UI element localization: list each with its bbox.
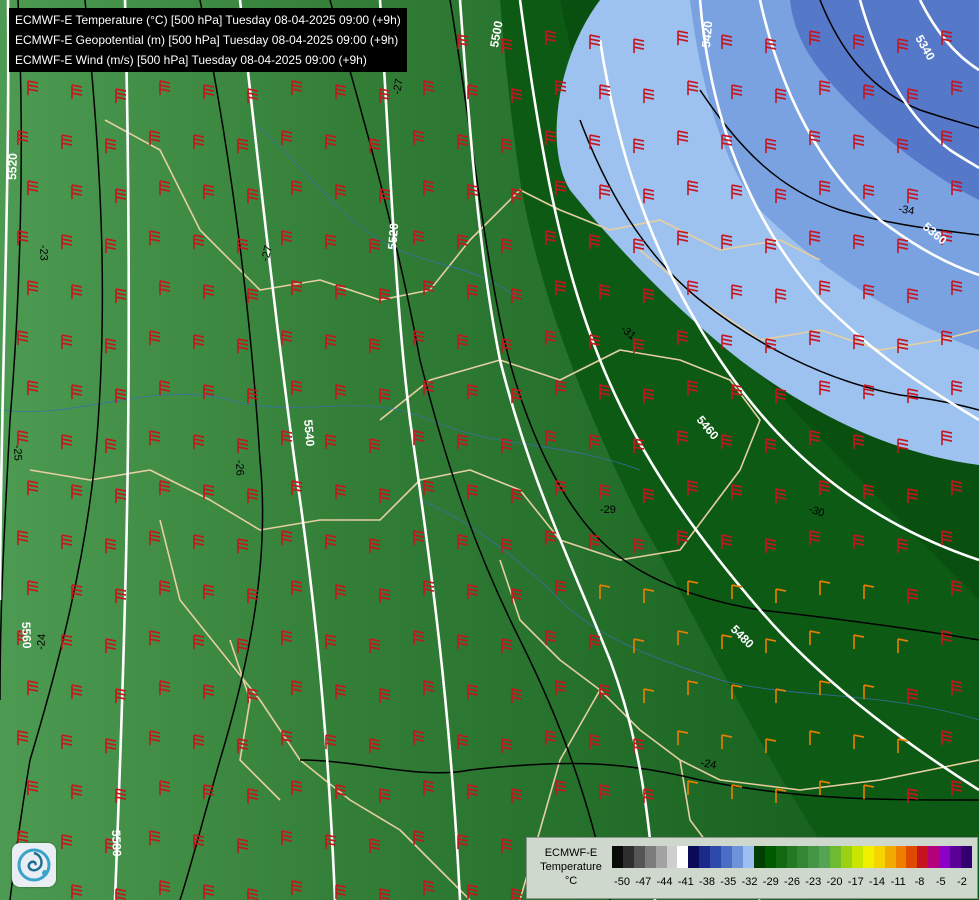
legend-swatch [797, 846, 809, 868]
legend-swatch [612, 846, 623, 868]
legend-swatch [830, 846, 842, 868]
weather-map: 5520 5500 5420 5340 5520 5540 5360 5460 … [0, 0, 979, 900]
legend-swatch [786, 846, 798, 868]
legend-swatch [895, 846, 907, 868]
legend-tick-label: -2 [957, 876, 967, 888]
legend-tick-label: -26 [784, 876, 800, 888]
geopotential-label: 5540 [301, 419, 317, 447]
legend-swatch [655, 846, 667, 868]
map-info-box: ECMWF-E Temperature (°C) [500 hPa] Tuesd… [9, 8, 407, 72]
legend-swatch [677, 846, 689, 868]
temperature-label: -24 [35, 633, 48, 650]
legend-swatch [666, 846, 678, 868]
geopotential-label: 5580 [109, 830, 124, 857]
temperature-label: -25 [11, 445, 24, 461]
ecmwf-logo-icon [12, 843, 56, 887]
legend-tick-label: -29 [762, 876, 779, 888]
legend-swatch [622, 846, 634, 868]
legend-swatch [961, 846, 972, 868]
legend-swatch [764, 846, 776, 868]
legend-tick-label: -35 [720, 876, 737, 888]
legend-tick-label: -11 [890, 876, 906, 888]
info-line-temperature: ECMWF-E Temperature (°C) [500 hPa] Tuesd… [15, 13, 401, 27]
legend-tick-label: -20 [826, 876, 843, 888]
legend-swatch [917, 846, 929, 868]
legend-tick-label: -5 [935, 876, 946, 888]
legend-title-line: ECMWF-E [544, 847, 598, 859]
legend-tick-label: -23 [805, 876, 822, 888]
legend-title-line: Temperature [540, 861, 602, 873]
legend-swatch [884, 846, 896, 868]
legend-tick-label: -50 [614, 876, 630, 888]
legend-swatch [721, 846, 732, 868]
legend-tick-label: -17 [847, 876, 864, 888]
legend-tick-label: -41 [677, 876, 694, 888]
legend-swatch [939, 846, 951, 868]
legend-tick-label: -32 [741, 876, 758, 888]
temperature-legend: ECMWF-E Temperature °C -50 -47 -44 -41 -38 -3… [526, 837, 978, 899]
temperature-label: -29 [600, 504, 616, 516]
legend-swatch [644, 846, 656, 868]
legend-swatch [775, 846, 787, 868]
legend-swatch [906, 846, 918, 868]
legend-swatch [841, 846, 852, 868]
legend-swatch [633, 846, 645, 868]
legend-swatch [873, 846, 885, 868]
geopotential-label: 5420 [699, 20, 715, 48]
legend-swatch [851, 846, 863, 868]
legend-tick-label: -38 [699, 876, 715, 888]
legend-swatch [742, 846, 754, 868]
temperature-label: -26 [233, 460, 246, 476]
legend-swatch [819, 846, 831, 868]
temperature-label: -23 [37, 245, 50, 261]
legend-tick-label: -14 [869, 876, 885, 888]
legend-tick-label: -47 [635, 876, 652, 888]
legend-swatch [808, 846, 820, 868]
legend-swatch [950, 846, 961, 868]
info-line-wind: ECMWF-E Wind (m/s) [500 hPa] Tuesday 08-… [15, 53, 367, 67]
legend-swatch [928, 846, 940, 868]
legend-tick-label: -8 [914, 876, 925, 888]
legend-color-bar [612, 846, 972, 868]
legend-title-line: °C [564, 875, 578, 887]
legend-tick-labels: -50 -47 -44 -41 -38 -35 -32 -29 -26 -23 -20 -17 -14-… [612, 876, 972, 890]
legend-tick-label: -44 [656, 876, 673, 888]
legend-swatch [699, 846, 711, 868]
info-line-geopotential: ECMWF-E Geopotential (m) [500 hPa] Tuesd… [15, 33, 399, 47]
geopotential-label: 5560 [19, 622, 34, 649]
geopotential-label: 5520 [385, 222, 401, 250]
legend-swatch [862, 846, 874, 868]
geopotential-label: 5520 [5, 153, 20, 180]
legend-swatch [710, 846, 722, 868]
legend-title: ECMWF-E Temperature °C [531, 846, 611, 888]
map-canvas: 5520 5500 5420 5340 5520 5540 5360 5460 … [0, 0, 979, 900]
legend-swatch [731, 846, 743, 868]
legend-swatch [753, 846, 765, 868]
legend-swatch [688, 846, 700, 868]
